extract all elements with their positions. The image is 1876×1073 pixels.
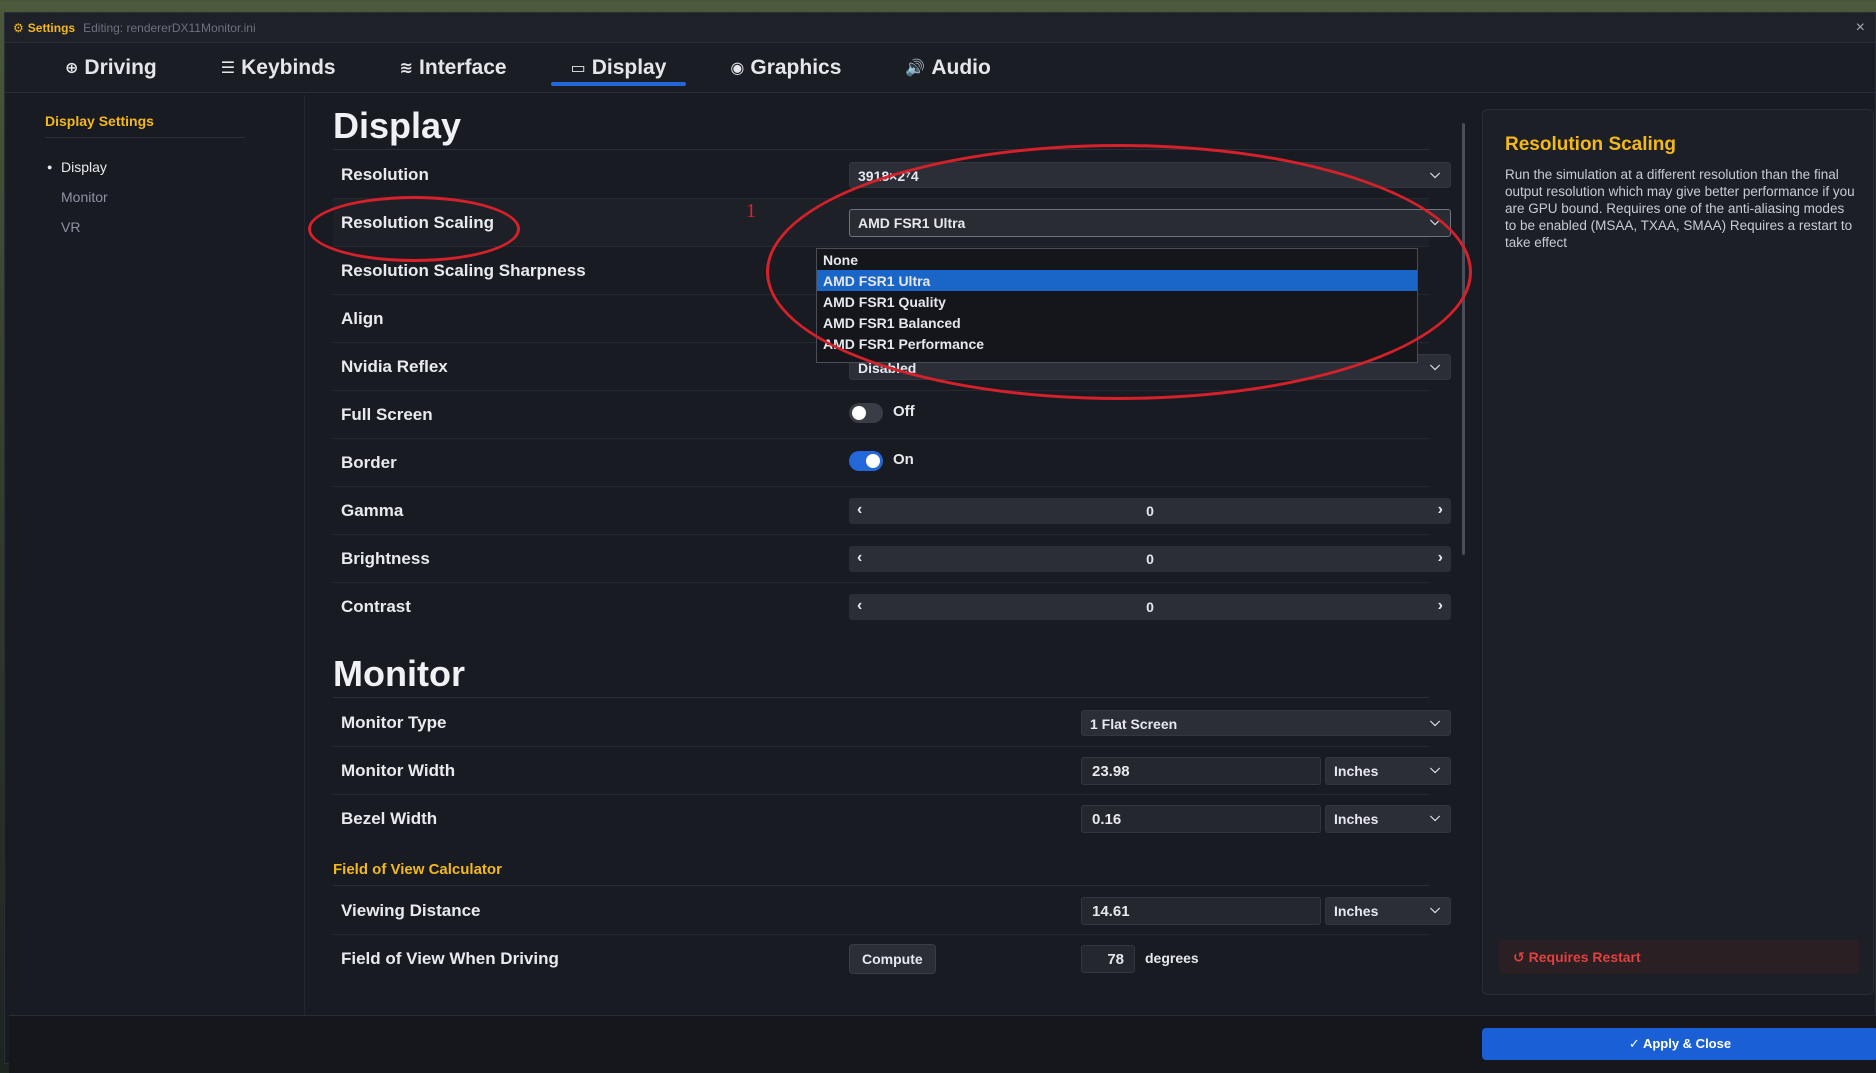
speaker-icon: 🔊 xyxy=(905,59,926,77)
divider xyxy=(333,697,1429,698)
info-title: Resolution Scaling xyxy=(1505,134,1677,155)
annotation-ellipse xyxy=(766,144,1472,400)
info-panel: Resolution Scaling Run the simulation at… xyxy=(1482,109,1874,995)
fov-degrees-input[interactable]: 78 xyxy=(1081,945,1135,973)
interface-icon: ≋ xyxy=(399,59,414,77)
fullscreen-toggle[interactable] xyxy=(849,403,883,423)
sharpness-label: Resolution Scaling Sharpness xyxy=(341,261,586,280)
viewing-distance-row: Viewing Distance 14.61 Inches ⌵ xyxy=(333,887,1451,935)
restart-icon: ↺ xyxy=(1513,949,1529,965)
info-description: Run the simulation at a different resolu… xyxy=(1505,167,1855,250)
bezel-width-label: Bezel Width xyxy=(341,809,438,828)
graphics-icon: ◉ xyxy=(730,59,745,77)
divider xyxy=(333,149,1429,150)
tab-driving[interactable]: ⊕ Driving xyxy=(35,43,187,92)
chevron-right-icon[interactable]: › xyxy=(1438,549,1443,567)
display-heading: Display xyxy=(333,105,462,146)
border-state: On xyxy=(893,451,914,468)
monitor-type-label: Monitor Type xyxy=(341,713,447,732)
viewing-distance-label: Viewing Distance xyxy=(341,901,481,920)
fov-unit-label: degrees xyxy=(1145,950,1199,966)
sidebar-item-display[interactable]: Display xyxy=(47,159,107,175)
settings-app-label: ⚙ Settings xyxy=(13,20,76,35)
tab-interface[interactable]: ≋ Interface xyxy=(370,43,537,92)
chevron-down-icon: ⌵ xyxy=(1430,901,1440,916)
chevron-right-icon[interactable]: › xyxy=(1438,597,1443,615)
brightness-stepper: ‹ 0 › xyxy=(849,546,1451,572)
chevron-down-icon: ⌵ xyxy=(1430,714,1440,729)
resolution-label: Resolution xyxy=(341,165,429,184)
sidebar-item-monitor[interactable]: Monitor xyxy=(61,189,108,205)
chevron-down-icon: ⌵ xyxy=(1430,761,1440,776)
check-icon: ✓ xyxy=(1628,1036,1643,1051)
monitor-width-label: Monitor Width xyxy=(341,761,456,780)
bezel-width-row: Bezel Width 0.16 Inches ⌵ xyxy=(333,795,1451,843)
contrast-row: Contrast ‹ 0 › xyxy=(333,583,1451,631)
annotation-number: 1 xyxy=(746,200,756,222)
monitor-type-row: Monitor Type 1 Flat Screen ⌵ xyxy=(333,699,1451,747)
divider xyxy=(333,885,1429,886)
fov-label: Field of View When Driving xyxy=(341,949,559,968)
scrollbar[interactable] xyxy=(1462,123,1465,555)
divider xyxy=(45,137,245,138)
chevron-right-icon[interactable]: › xyxy=(1438,501,1443,519)
monitor-icon: ▭ xyxy=(570,59,586,77)
border-toggle[interactable] xyxy=(849,451,883,471)
monitor-width-input[interactable]: 23.98 xyxy=(1081,757,1321,785)
gear-icon: ⚙ xyxy=(13,20,24,35)
tab-display[interactable]: ▭ Display xyxy=(541,43,697,92)
viewing-distance-unit-select[interactable]: Inches ⌵ xyxy=(1325,897,1451,925)
monitor-type-select[interactable]: 1 Flat Screen ⌵ xyxy=(1081,710,1451,736)
gamma-label: Gamma xyxy=(341,501,404,520)
brightness-row: Brightness ‹ 0 › xyxy=(333,535,1451,583)
sidebar: Display Settings Display Monitor VR xyxy=(9,95,305,1015)
fullscreen-label: Full Screen xyxy=(341,405,433,424)
brightness-label: Brightness xyxy=(341,549,430,568)
tab-keybinds[interactable]: ☰ Keybinds xyxy=(191,43,366,92)
bezel-width-unit-select[interactable]: Inches ⌵ xyxy=(1325,805,1451,833)
gamma-stepper: ‹ 0 › xyxy=(849,498,1451,524)
monitor-heading: Monitor xyxy=(333,653,465,694)
align-label: Align xyxy=(341,309,384,328)
driving-icon: ⊕ xyxy=(65,59,79,77)
monitor-width-row: Monitor Width 23.98 Inches ⌵ xyxy=(333,747,1451,795)
titlebar: ⚙ Settings Editing: rendererDX11Monitor.i… xyxy=(5,13,1875,43)
toggle-knob xyxy=(866,454,880,468)
annotation-ellipse xyxy=(308,196,520,262)
apply-close-button[interactable]: ✓ Apply & Close xyxy=(1482,1028,1876,1060)
toggle-knob xyxy=(852,406,866,420)
editing-file-label: Editing: rendererDX11Monitor.ini xyxy=(83,20,256,35)
border-row: Border On xyxy=(333,439,1429,487)
border-label: Border xyxy=(341,453,397,472)
chevron-down-icon: ⌵ xyxy=(1430,809,1440,824)
fov-calculator-heading: Field of View Calculator xyxy=(333,861,502,878)
chevron-down-icon: ⌵ xyxy=(1430,358,1440,373)
monitor-width-unit-select[interactable]: Inches ⌵ xyxy=(1325,757,1451,785)
bezel-width-input[interactable]: 0.16 xyxy=(1081,805,1321,833)
compute-button[interactable]: Compute xyxy=(849,944,936,974)
close-icon[interactable]: × xyxy=(1856,19,1865,37)
fullscreen-state: Off xyxy=(893,403,915,420)
tab-audio[interactable]: 🔊 Audio xyxy=(875,43,1020,92)
contrast-stepper: ‹ 0 › xyxy=(849,594,1451,620)
fov-row: Field of View When Driving Compute 78 de… xyxy=(333,935,1429,983)
sidebar-title: Display Settings xyxy=(45,113,154,129)
tab-bar: ⊕ Driving ☰ Keybinds ≋ Interface ▭ Display ◉… xyxy=(5,43,1875,93)
nvidia-reflex-label: Nvidia Reflex xyxy=(341,357,448,376)
contrast-label: Contrast xyxy=(341,597,411,616)
fullscreen-row: Full Screen Off xyxy=(333,391,1429,439)
sidebar-item-vr[interactable]: VR xyxy=(61,219,80,235)
keybinds-icon: ☰ xyxy=(220,59,236,77)
viewing-distance-input[interactable]: 14.61 xyxy=(1081,897,1321,925)
chevron-down-icon: ⌵ xyxy=(1430,166,1440,181)
requires-restart-badge: ↺ Requires Restart xyxy=(1499,940,1859,974)
tab-graphics[interactable]: ◉ Graphics xyxy=(700,43,871,92)
gamma-row: Gamma ‹ 0 › xyxy=(333,487,1451,535)
